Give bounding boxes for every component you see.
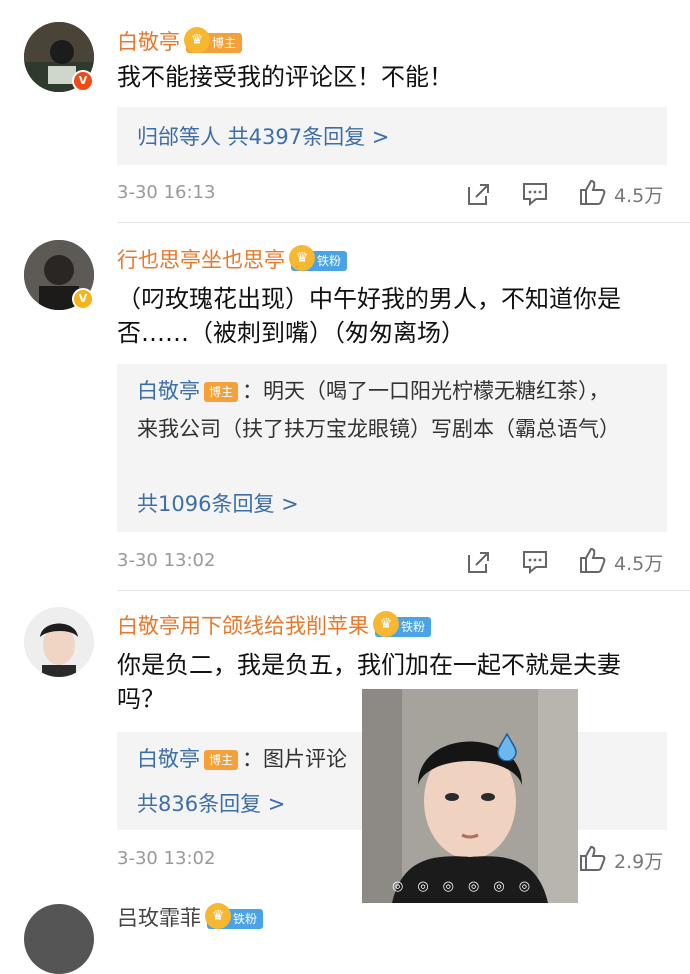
badge-label: 铁粉 (233, 912, 258, 926)
crown-icon: ♛ (184, 27, 210, 53)
reply-author[interactable]: 白敬亭 (137, 747, 200, 771)
reply-preview: 白敬亭 博主 ：明天（喝了一口阳光柠檬无糖红茶），来我公司（扶了扶万宝龙眼镜）写剧本… (137, 372, 627, 448)
like-count: 2.9万 (614, 851, 664, 873)
fan-badge: ♛ 铁粉 (289, 245, 348, 271)
share-icon[interactable] (466, 181, 492, 207)
sweat-drop-icon (497, 733, 517, 761)
avatar[interactable] (24, 904, 94, 974)
username[interactable]: 行也思亭坐也思亭 (117, 248, 285, 272)
username-row: 白敬亭 ♛ 博主 (117, 26, 243, 56)
timestamp: 3-30 13:02 (117, 848, 216, 869)
image-overlay[interactable]: ◎◎◎◎◎◎ (362, 689, 578, 903)
replies-summary-link[interactable]: 归邰等人 共4397条回复 > (137, 121, 389, 151)
like-count: 4.5万 (614, 185, 664, 207)
avatar[interactable] (24, 607, 94, 677)
divider (117, 222, 690, 223)
badge-label: 铁粉 (317, 254, 342, 268)
video-controls-dots: ◎◎◎◎◎◎ (392, 879, 545, 894)
timestamp: 3-30 13:02 (117, 550, 216, 571)
username-row: 行也思亭坐也思亭 ♛ 铁粉 (117, 244, 348, 274)
username[interactable]: 白敬亭用下颌线给我削苹果 (117, 614, 369, 638)
badge-label: 博主 (212, 36, 237, 50)
blogger-badge: ♛ 博主 (184, 27, 243, 53)
comment-text: 我不能接受我的评论区！不能！ (117, 63, 453, 91)
username-row: 白敬亭用下颌线给我削苹果 ♛ 铁粉 (117, 610, 432, 640)
crown-icon: ♛ (373, 611, 399, 637)
comment-text: （叼玫瑰花出现）中午好我的男人，不知道你是否……（被刺到嘴）（匆匆离场） (117, 285, 621, 347)
verified-icon: V (72, 70, 94, 92)
badge-label: 铁粉 (401, 620, 426, 634)
like-icon[interactable] (578, 844, 606, 872)
reply-box[interactable]: 归邰等人 共4397条回复 > (117, 107, 667, 165)
blogger-badge: 博主 (204, 382, 239, 402)
like-icon[interactable] (578, 178, 606, 206)
username[interactable]: 白敬亭 (117, 30, 180, 54)
username[interactable]: 吕玫霏菲 (117, 906, 201, 930)
replies-count-link[interactable]: 共1096条回复 > (137, 488, 299, 518)
timestamp: 3-30 16:13 (117, 182, 216, 203)
blogger-badge: 博主 (204, 750, 239, 770)
avatar-image (24, 607, 94, 677)
reply-content: ：图片评论 (242, 747, 348, 771)
verified-icon: V (72, 288, 94, 310)
username-row: 吕玫霏菲 ♛ 铁粉 (117, 902, 264, 932)
crown-icon: ♛ (289, 245, 315, 271)
fan-badge: ♛ 铁粉 (373, 611, 432, 637)
fan-badge: ♛ 铁粉 (205, 903, 264, 929)
reply-author[interactable]: 白敬亭 (137, 379, 200, 403)
overlay-photo (362, 689, 578, 903)
divider (117, 590, 690, 591)
replies-count-link[interactable]: 共836条回复 > (137, 788, 285, 818)
share-icon[interactable] (466, 549, 492, 575)
crown-icon: ♛ (205, 903, 231, 929)
like-count: 4.5万 (614, 553, 664, 575)
reply-box[interactable]: 白敬亭 博主 ：明天（喝了一口阳光柠檬无糖红茶），来我公司（扶了扶万宝龙眼镜）写剧本… (117, 364, 667, 532)
comment-icon[interactable] (522, 549, 548, 575)
comment-icon[interactable] (522, 181, 548, 207)
like-icon[interactable] (578, 546, 606, 574)
